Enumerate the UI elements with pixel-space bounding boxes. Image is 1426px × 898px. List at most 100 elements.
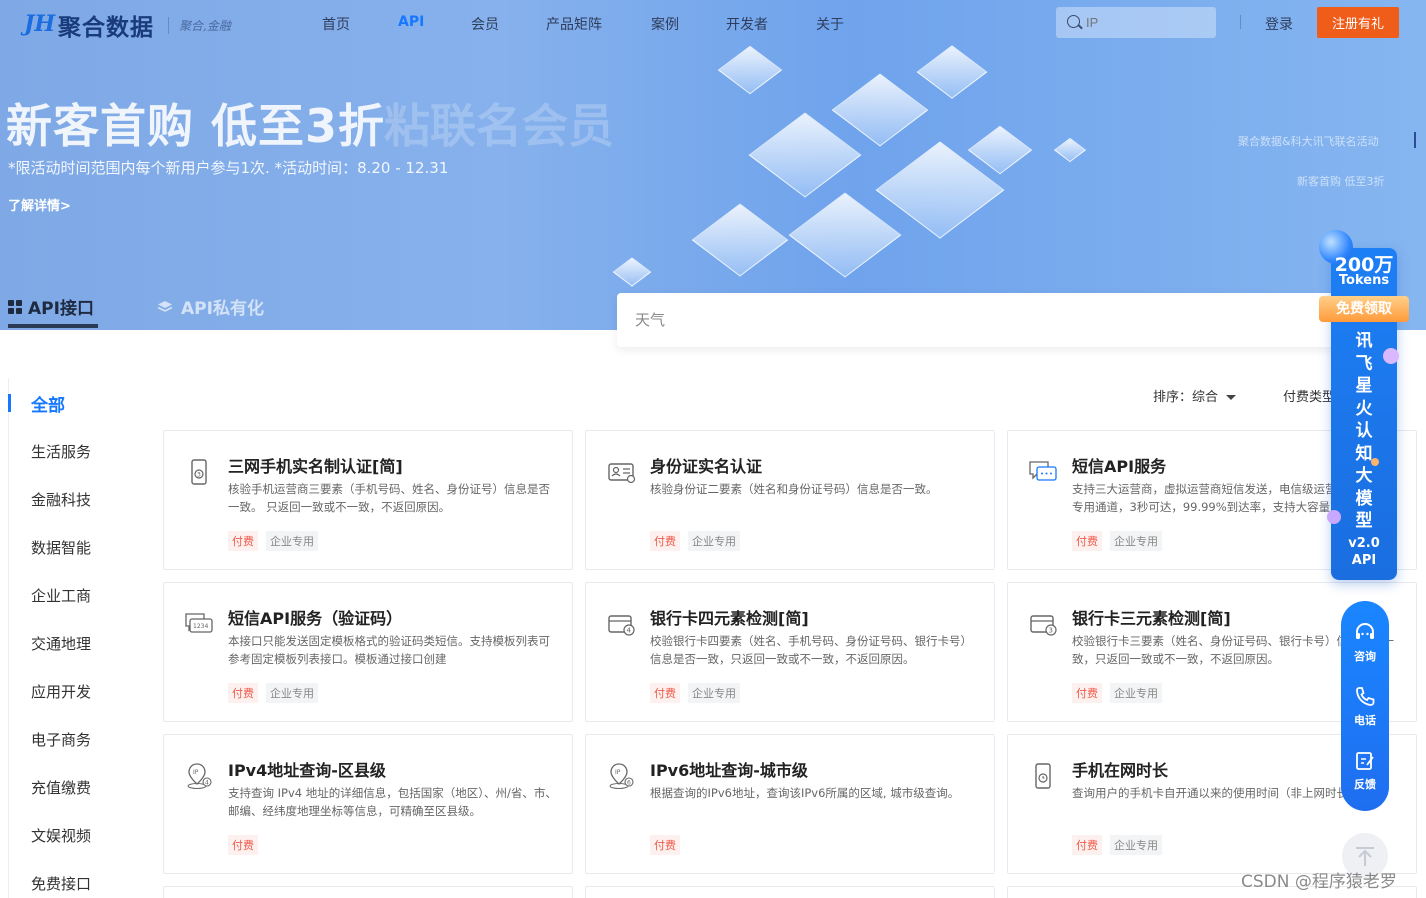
nav-item-products[interactable]: 产品矩阵 — [546, 14, 602, 34]
card-description: 校验银行卡四要素（姓名、手机号码、身份证号码、银行卡号）信息是否一致，只返回一致… — [650, 634, 972, 666]
card-title: 银行卡三元素检测[简] — [1072, 609, 1231, 628]
bank-card-4-icon: 4 — [608, 615, 635, 636]
sms-icon — [1029, 461, 1057, 481]
sidebar-item-all[interactable]: 全部 — [31, 391, 65, 416]
sidebar-item-data[interactable]: 数据智能 — [31, 537, 91, 558]
login-link[interactable]: 登录 — [1265, 14, 1293, 34]
ipv4-icon: IP 4 — [187, 763, 212, 789]
svg-text:1234: 1234 — [193, 623, 208, 630]
card-description: 本接口只能发送固定模板格式的验证码类短信。支持模板列表可参考固定模板列表接口。模… — [228, 634, 550, 666]
nav-item-developer[interactable]: 开发者 — [726, 14, 768, 34]
promo-cta-button[interactable]: 免费领取 — [1319, 296, 1409, 322]
sidebar-item-life[interactable]: 生活服务 — [31, 441, 91, 462]
phone-icon: 3 — [191, 459, 207, 485]
banner-indicator-bar — [1414, 132, 1416, 148]
api-card-partial[interactable] — [585, 886, 995, 898]
tag-enterprise: 企业专用 — [266, 531, 318, 551]
grid-icon — [8, 299, 22, 314]
promo-unit: Tokens — [1338, 273, 1390, 288]
decor-bubble-icon — [1327, 510, 1341, 524]
tab-api-label: API接口 — [28, 299, 94, 319]
nav-item-about[interactable]: 关于 — [816, 14, 844, 34]
contact-feedback[interactable]: 反馈 — [1341, 749, 1389, 792]
hero-title: 新客首购 低至3折 — [6, 99, 386, 153]
logo-text: 聚合数据 — [58, 15, 154, 41]
api-card[interactable]: IP 6 IPv6地址查询-城市级 根据查询的IPv6地址，查询该IPv6所属的区… — [585, 734, 995, 874]
contact-consult[interactable]: 咨询 — [1341, 621, 1389, 664]
tag-enterprise: 企业专用 — [1110, 835, 1162, 855]
pay-type-filter[interactable]: 付费类型 — [1283, 386, 1335, 405]
contact-phone[interactable]: 电话 — [1341, 685, 1389, 728]
tag-paid: 付费 — [1072, 683, 1102, 703]
api-search-box[interactable] — [617, 293, 1377, 347]
svg-text:3: 3 — [197, 472, 201, 479]
tag-enterprise: 企业专用 — [688, 683, 740, 703]
tag-paid: 付费 — [228, 835, 258, 855]
sidebar-item-traffic[interactable]: 交通地理 — [31, 633, 91, 654]
svg-text:4: 4 — [627, 627, 632, 635]
nav-item-member[interactable]: 会员 — [471, 14, 499, 34]
card-title: IPv6地址查询-城市级 — [650, 761, 808, 780]
sms-code-icon: 1234 — [185, 613, 213, 633]
sidebar-active-indicator — [8, 394, 11, 412]
nav-search[interactable] — [1056, 7, 1216, 38]
logo-slogan: 聚合,金融 — [168, 16, 231, 34]
card-title: 三网手机实名制认证[简] — [228, 457, 403, 476]
tag-enterprise: 企业专用 — [688, 531, 740, 551]
tag-paid: 付费 — [1072, 835, 1102, 855]
sidebar-item-business[interactable]: 企业工商 — [31, 585, 91, 606]
api-card[interactable]: 4 银行卡四元素检测[简] 校验银行卡四要素（姓名、手机号码、身份证号码、银行卡… — [585, 582, 995, 722]
nav-search-input[interactable] — [1086, 13, 1206, 31]
sidebar-item-app-dev[interactable]: 应用开发 — [31, 681, 91, 702]
nav-item-cases[interactable]: 案例 — [651, 14, 679, 34]
top-nav: JH 聚合数据 聚合,金融 首页 API 会员 产品矩阵 案例 开发者 关于 登… — [0, 0, 1426, 46]
spark-promo-widget[interactable]: 200万 Tokens 免费领取 讯飞星火认知大模型 v2.0 API — [1319, 230, 1409, 580]
api-card-partial[interactable] — [163, 886, 573, 898]
tag-paid: 付费 — [650, 683, 680, 703]
card-title: IPv4地址查询-区县级 — [228, 761, 386, 780]
sidebar-item-recharge[interactable]: 充值缴费 — [31, 777, 91, 798]
hero-title-ghost: 粘联名会员 — [384, 99, 614, 153]
sort-label: 排序：综合 — [1153, 390, 1219, 405]
register-button[interactable]: 注册有礼 — [1317, 7, 1399, 38]
headset-icon — [1356, 623, 1374, 639]
sidebar-item-free[interactable]: 免费接口 — [31, 873, 91, 894]
banner-indicator-1[interactable]: 聚合数据&科大讯飞联名活动 — [1238, 133, 1379, 149]
ipv6-icon: IP 6 — [609, 763, 634, 789]
svg-text:IP: IP — [615, 769, 621, 776]
api-card[interactable]: IP 4 IPv4地址查询-区县级 支持查询 IPv4 地址的详细信息，包括国家（… — [163, 734, 573, 874]
hero-subtitle: *限活动时间范围内每个新用户参与1次. *活动时间：8.20 - 12.31 — [8, 159, 449, 177]
sidebar-item-ecommerce[interactable]: 电子商务 — [31, 729, 91, 750]
banner-indicator-2[interactable]: 新客首购 低至3折 — [1297, 173, 1385, 189]
phone-call-icon — [1356, 687, 1375, 706]
tab-api[interactable]: API接口 — [8, 294, 94, 319]
hero-details-link[interactable]: 了解详情> — [8, 195, 71, 214]
contact-consult-label: 咨询 — [1354, 650, 1376, 663]
tab-api-private[interactable]: API私有化 — [157, 294, 264, 319]
tab-api-private-label: API私有化 — [181, 299, 264, 319]
api-card[interactable]: 1234 短信API服务（验证码） 本接口只能发送固定模板格式的验证码类短信。支… — [163, 582, 573, 722]
tag-paid: 付费 — [228, 683, 258, 703]
phone-time-icon — [1035, 763, 1051, 789]
contact-sidebar: 咨询 电话 反馈 — [1341, 601, 1389, 811]
tag-paid: 付费 — [650, 531, 680, 551]
api-card[interactable]: 身份证实名认证 核验身份证二要素（姓名和身份证号码）信息是否一致。 付费 企业专用 — [585, 430, 995, 570]
tag-enterprise: 企业专用 — [266, 683, 318, 703]
api-card[interactable]: 3 三网手机实名制认证[简] 核验手机运营商三要素（手机号码、姓名、身份证号）信… — [163, 430, 573, 570]
logo-mark-icon: JH — [24, 11, 56, 37]
hero-banner[interactable]: 新客首购 低至3折 粘联名会员 *限活动时间范围内每个新用户参与1次. *活动时… — [0, 0, 1426, 330]
sidebar-item-finance[interactable]: 金融科技 — [31, 489, 91, 510]
sort-dropdown[interactable]: 排序：综合 — [1153, 386, 1237, 405]
card-title: 身份证实名认证 — [650, 457, 763, 476]
sidebar-item-entertainment[interactable]: 文娱视频 — [31, 825, 91, 846]
card-title: 短信API服务 — [1072, 457, 1167, 476]
nav-item-home[interactable]: 首页 — [322, 14, 350, 34]
svg-text:6: 6 — [627, 779, 631, 786]
logo[interactable]: JH 聚合数据 聚合,金融 — [24, 8, 231, 42]
api-search-input[interactable] — [635, 309, 1315, 331]
nav-item-api[interactable]: API — [398, 14, 424, 30]
page: 新客首购 低至3折 粘联名会员 *限活动时间范围内每个新用户参与1次. *活动时… — [0, 0, 1426, 898]
hero-illustration — [612, 40, 1100, 310]
card-title: 手机在网时长 — [1072, 761, 1169, 780]
card-description: 核验手机运营商三要素（手机号码、姓名、身份证号）信息是否一致。 只返回一致或不一… — [228, 482, 550, 514]
